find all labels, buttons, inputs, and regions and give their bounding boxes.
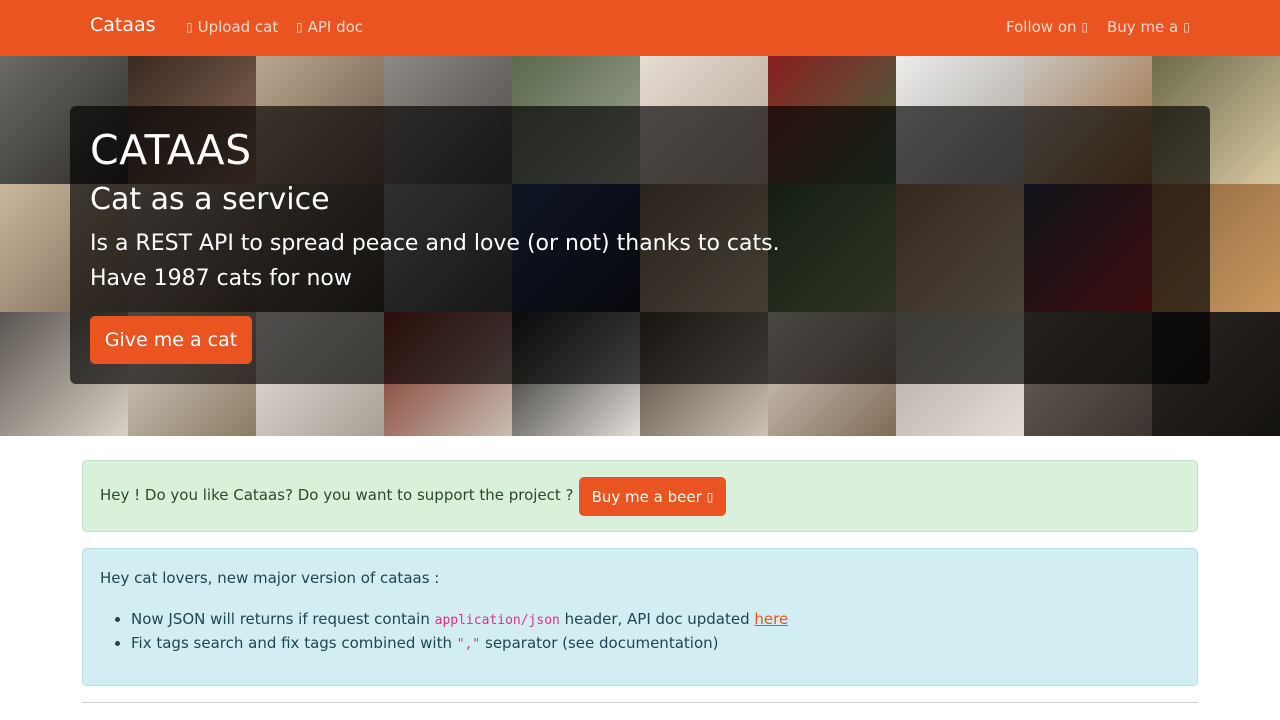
nav-api-doc[interactable]: ▯ API doc xyxy=(296,18,363,36)
code-snippet: "," xyxy=(456,637,481,652)
news-list: Now JSON will returns if request contain… xyxy=(131,607,788,655)
beer-icon: ▯ xyxy=(706,489,714,504)
nav-follow-on[interactable]: Follow on ▯ xyxy=(1006,18,1088,36)
hero-section: CATAAS Cat as a service Is a REST API to… xyxy=(0,56,1280,436)
social-icon: ▯ xyxy=(1081,20,1089,34)
hero-description: Is a REST API to spread peace and love (… xyxy=(90,231,780,256)
hero-cat-count: Have 1987 cats for now xyxy=(90,266,352,291)
api-doc-here-link[interactable]: here xyxy=(754,610,788,628)
nav-follow-label: Follow on xyxy=(1006,18,1077,36)
nav-buy-label: Buy me a xyxy=(1107,18,1179,36)
news-item-text: separator (see documentation) xyxy=(485,634,719,652)
support-alert-text: Hey ! Do you like Cataas? Do you want to… xyxy=(100,486,574,504)
upload-icon: ▯ xyxy=(186,20,193,34)
buy-me-a-beer-label: Buy me a beer xyxy=(591,487,702,506)
news-item-text: header, API doc updated xyxy=(564,610,750,628)
list-item: Now JSON will returns if request contain… xyxy=(131,607,788,631)
nav-upload-label: Upload cat xyxy=(197,18,279,36)
code-snippet: application/json xyxy=(434,613,560,628)
beer-icon: ▯ xyxy=(1183,20,1190,34)
navbar: Cataas ▯ Upload cat ▯ API doc Follow on … xyxy=(0,0,1280,56)
hero-title: CATAAS xyxy=(90,126,252,174)
hero-subtitle: Cat as a service xyxy=(90,182,330,217)
nav-buy-me-a[interactable]: Buy me a ▯ xyxy=(1107,18,1190,36)
brand-link[interactable]: Cataas xyxy=(90,14,156,36)
buy-me-a-beer-button[interactable]: Buy me a beer ▯ xyxy=(579,477,726,516)
news-item-text: Now JSON will returns if request contain xyxy=(131,610,430,628)
nav-api-label: API doc xyxy=(307,18,364,36)
give-me-a-cat-button[interactable]: Give me a cat xyxy=(90,316,252,364)
book-icon: ▯ xyxy=(296,20,303,34)
news-alert-heading: Hey cat lovers, new major version of cat… xyxy=(100,569,440,587)
divider xyxy=(82,702,1198,703)
news-alert: Hey cat lovers, new major version of cat… xyxy=(82,548,1198,686)
hero-overlay-panel: CATAAS Cat as a service Is a REST API to… xyxy=(70,106,1210,384)
list-item: Fix tags search and fix tags combined wi… xyxy=(131,631,788,655)
news-item-text: Fix tags search and fix tags combined wi… xyxy=(131,634,452,652)
nav-upload-cat[interactable]: ▯ Upload cat xyxy=(186,18,278,36)
support-alert: Hey ! Do you like Cataas? Do you want to… xyxy=(82,460,1198,532)
